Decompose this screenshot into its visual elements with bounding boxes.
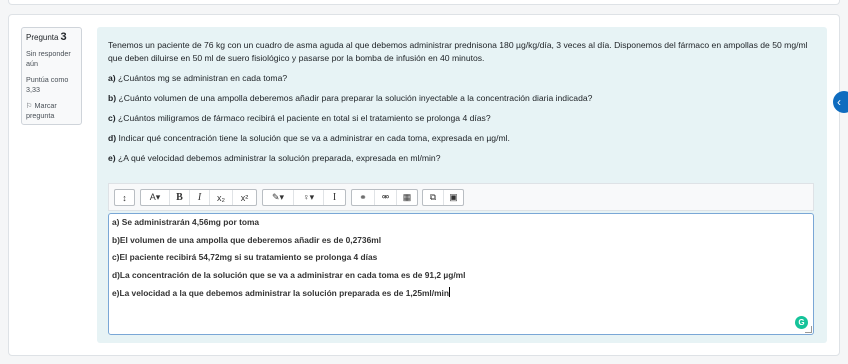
toolbar-group-style: ✎▾ ♀▾ I: [262, 189, 346, 206]
toolbar-group-collapse: ↕: [114, 189, 135, 206]
question-number-value: 3: [60, 31, 67, 43]
answer-line-b: b)El volumen de una ampolla que deberemo…: [112, 234, 382, 245]
question-info-box: Pregunta 3 Sin responder aún Puntúa como…: [21, 27, 82, 125]
question-status: Sin responder aún: [26, 49, 71, 68]
question-content: Tenemos un paciente de 76 kg con un cuad…: [97, 27, 827, 343]
answer-line-e: e)La velocidad a la que debemos administ…: [112, 287, 810, 298]
question-item-d: d) Indicar qué concentración tiene la so…: [108, 133, 510, 143]
resize-handle[interactable]: [805, 326, 812, 333]
flag-icon: ⚐: [26, 101, 33, 110]
collapse-toolbar-button[interactable]: ↕: [115, 190, 134, 205]
previous-question-card-edge: [8, 0, 840, 5]
toolbar-group-format: A▾ B I x₂ x²: [140, 189, 257, 206]
superscript-button[interactable]: x²: [232, 190, 256, 205]
link-icon[interactable]: ⚭: [352, 190, 374, 205]
question-label: Pregunta: [26, 33, 59, 42]
text-caret: [448, 287, 450, 298]
drawer-toggle-chevron-left-icon[interactable]: ‹: [833, 91, 848, 113]
italic-button[interactable]: I: [189, 190, 209, 205]
question-item-e: e) ¿A qué velocidad debemos administrar …: [108, 153, 441, 163]
subscript-button[interactable]: x₂: [209, 190, 232, 205]
text-cursor-icon[interactable]: I: [323, 190, 345, 205]
answer-editor: ↕ A▾ B I x₂ x² ✎▾ ♀▾ I ⚭ ⚮ ▦ ⧉ ▣ a) Se a…: [108, 183, 814, 335]
toolbar-group-files: ⧉ ▣: [422, 189, 464, 206]
image-icon[interactable]: ▣: [443, 190, 463, 205]
question-number: Pregunta 3: [26, 32, 77, 43]
answer-line-c: c)El paciente recibirá 54,72mg si su tra…: [112, 252, 378, 263]
bold-button[interactable]: B: [169, 190, 189, 205]
toolbar-group-insert: ⚭ ⚮ ▦: [351, 189, 418, 206]
question-item-c: c) ¿Cuántos miligramos de fármaco recibi…: [108, 113, 491, 123]
editor-toolbar: ↕ A▾ B I x₂ x² ✎▾ ♀▾ I ⚭ ⚮ ▦ ⧉ ▣: [108, 183, 814, 211]
question-score: Puntúa como 3,33: [26, 75, 69, 94]
lightbulb-icon[interactable]: ♀▾: [293, 190, 323, 205]
answer-line-d: d)La concentración de la solución que se…: [112, 269, 466, 280]
media-icon[interactable]: ▦: [396, 190, 417, 205]
question-intro: Tenemos un paciente de 76 kg con un cuad…: [108, 40, 808, 63]
answer-textarea[interactable]: a) Se administrarán 4,56mg por toma b)El…: [108, 213, 814, 335]
flag-question-link[interactable]: ⚐ Marcar pregunta: [26, 101, 77, 121]
question-text: Tenemos un paciente de 76 kg con un cuad…: [108, 39, 820, 165]
question-item-b: b) ¿Cuánto volumen de una ampolla debere…: [108, 93, 593, 103]
question-item-a: a) ¿Cuántos mg se administran en cada to…: [108, 73, 288, 83]
answer-line-a: a) Se administrarán 4,56mg por toma: [112, 217, 260, 227]
font-style-button[interactable]: A▾: [141, 190, 169, 205]
unlink-icon[interactable]: ⚮: [374, 190, 396, 205]
copy-icon[interactable]: ⧉: [423, 190, 443, 205]
answer-line-e-text: e)La velocidad a la que debemos administ…: [112, 288, 449, 299]
paint-brush-icon[interactable]: ✎▾: [263, 190, 293, 205]
